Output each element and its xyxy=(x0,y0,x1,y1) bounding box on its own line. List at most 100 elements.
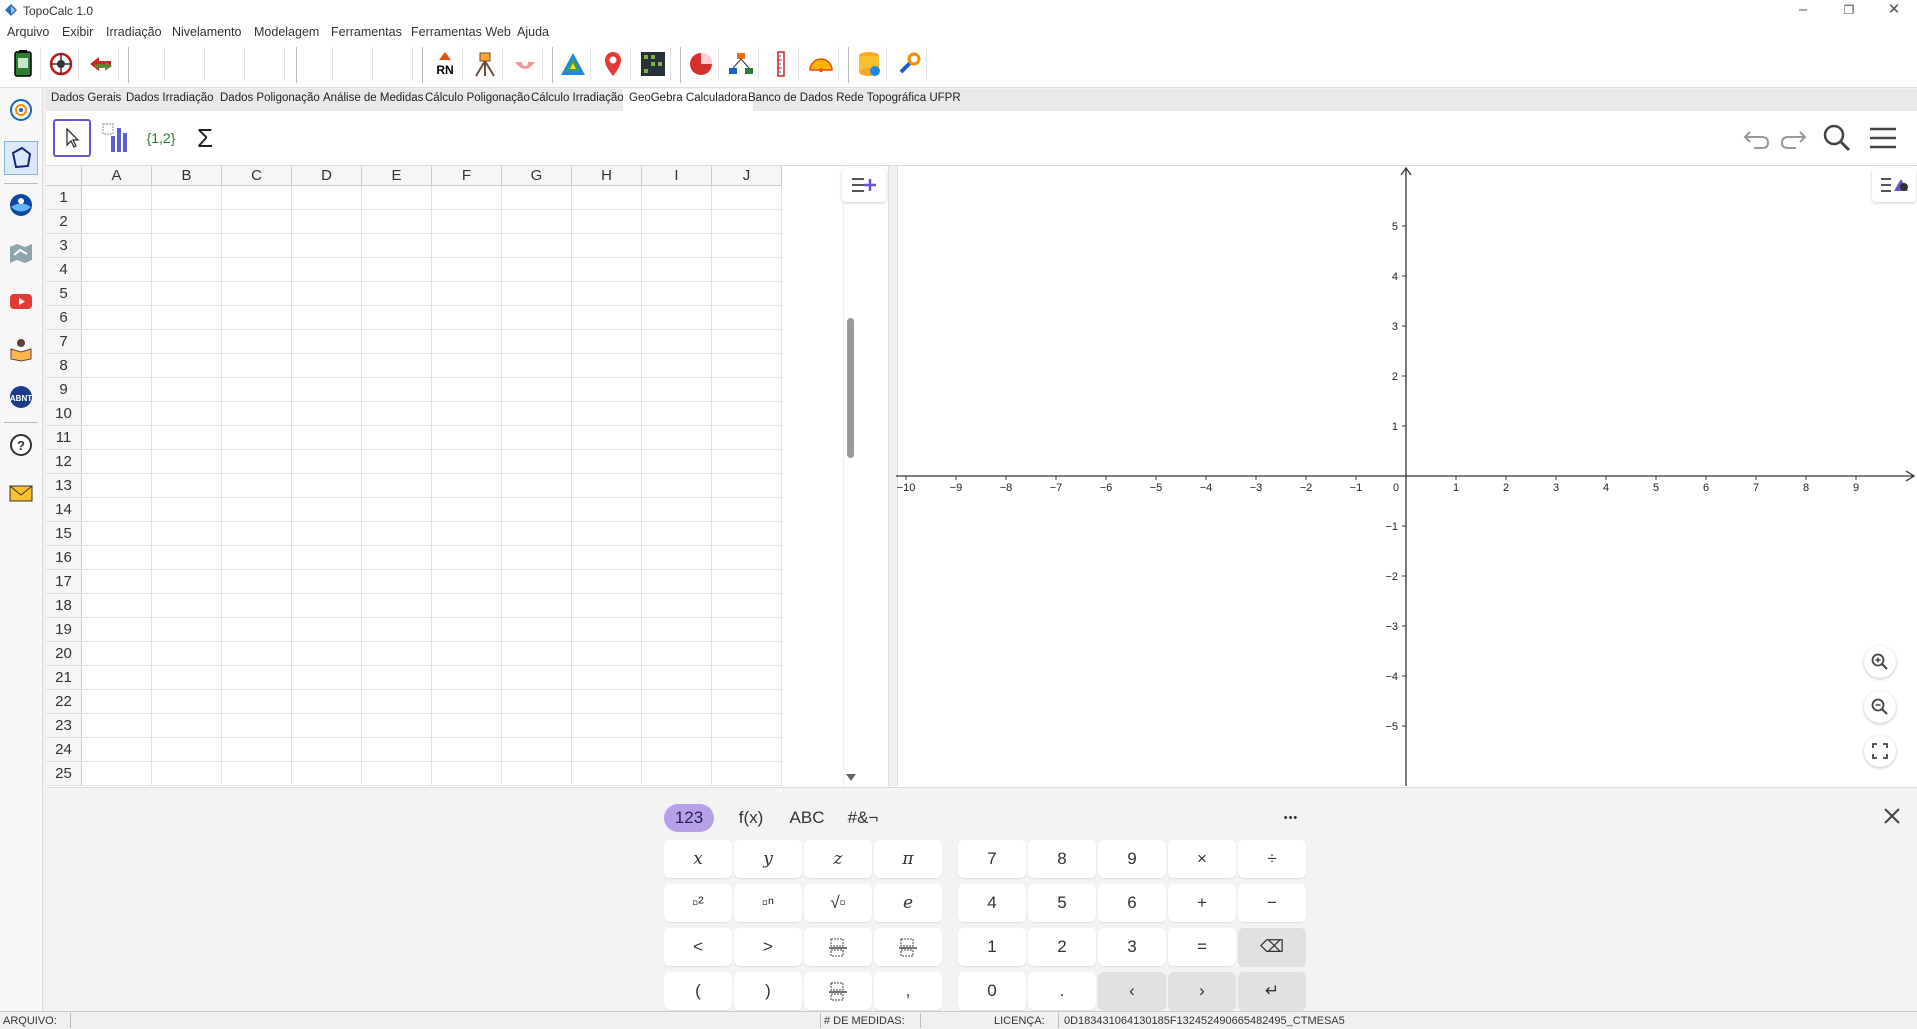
tab-banco-dados[interactable]: Banco de Dados Rede Topográfica UFPR xyxy=(748,92,961,104)
column-header[interactable]: J xyxy=(712,166,782,186)
database-button[interactable] xyxy=(852,47,887,81)
leveling-button[interactable] xyxy=(508,47,543,81)
row-header[interactable]: 9 xyxy=(46,378,82,402)
spreadsheet-style-button[interactable] xyxy=(842,168,886,202)
total-station-button[interactable] xyxy=(468,47,503,81)
sidebar-polygon-button[interactable] xyxy=(4,141,38,175)
key-plus[interactable]: + xyxy=(1168,884,1236,922)
chart-tool-button[interactable] xyxy=(684,47,719,81)
redo-button[interactable] xyxy=(1774,119,1812,157)
vertical-scrollbar-thumb[interactable] xyxy=(847,318,854,458)
row-header[interactable]: 3 xyxy=(46,234,82,258)
restore-button[interactable]: ❐ xyxy=(1826,0,1872,22)
sidebar-help-button[interactable]: ? xyxy=(4,428,38,462)
toolbar-slot-2[interactable] xyxy=(170,47,205,81)
bar-chart-tool-button[interactable] xyxy=(98,119,136,157)
tab-geogebra-calculadora[interactable]: GeoGebra Calculadora xyxy=(623,89,754,111)
tab-calculo-poligonacao[interactable]: Cálculo Poligonação xyxy=(425,92,530,104)
row-header[interactable]: 23 xyxy=(46,714,82,738)
settings-tools-button[interactable] xyxy=(892,47,927,81)
key-z[interactable]: z xyxy=(804,840,872,878)
sidebar-map-button[interactable] xyxy=(4,236,38,270)
column-header[interactable]: C xyxy=(222,166,292,186)
graphics-style-button[interactable] xyxy=(1872,168,1916,202)
column-header[interactable]: D xyxy=(292,166,362,186)
undo-button[interactable] xyxy=(1738,119,1776,157)
sum-tool-button[interactable]: Σ xyxy=(186,119,224,157)
column-header[interactable]: H xyxy=(572,166,642,186)
scroll-down-arrow[interactable] xyxy=(846,774,856,781)
column-header[interactable]: I xyxy=(642,166,712,186)
column-header[interactable]: A xyxy=(82,166,152,186)
menu-modelagem[interactable]: Modelagem xyxy=(254,25,319,39)
key-fraction[interactable] xyxy=(804,928,872,966)
row-header[interactable]: 18 xyxy=(46,594,82,618)
keyboard-tab-symbols[interactable]: #&¬ xyxy=(838,804,888,832)
network-diagram-button[interactable] xyxy=(724,47,759,81)
key-comma[interactable]: , xyxy=(874,972,942,1010)
key-times[interactable]: × xyxy=(1168,840,1236,878)
sidebar-target-button[interactable] xyxy=(4,93,38,127)
minimize-button[interactable]: – xyxy=(1780,0,1826,22)
row-header[interactable]: 20 xyxy=(46,642,82,666)
surface-model-button[interactable] xyxy=(556,47,591,81)
toolbar-slot-4[interactable] xyxy=(250,47,285,81)
row-header[interactable]: 10 xyxy=(46,402,82,426)
sidebar-youtube-button[interactable] xyxy=(4,284,38,318)
sidebar-noaa-button[interactable] xyxy=(4,188,38,222)
key-backspace[interactable]: ⌫ xyxy=(1238,928,1306,966)
key-y[interactable]: y xyxy=(734,840,802,878)
zoom-out-button[interactable] xyxy=(1864,691,1896,723)
new-file-button[interactable] xyxy=(6,47,41,81)
menu-irradiacao[interactable]: Irradiação xyxy=(106,25,162,39)
sidebar-contact-button[interactable] xyxy=(4,476,38,510)
menu-nivelamento[interactable]: Nivelamento xyxy=(172,25,241,39)
key-1[interactable]: 1 xyxy=(958,928,1026,966)
keyboard-tab-abc[interactable]: ABC xyxy=(780,804,834,832)
key-x[interactable]: x xyxy=(664,840,732,878)
tab-dados-gerais[interactable]: Dados Gerais xyxy=(51,92,121,104)
row-header[interactable]: 24 xyxy=(46,738,82,762)
tab-calculo-irradiacao[interactable]: Cálculo Irradiação xyxy=(531,92,624,104)
key-left-arrow[interactable]: ‹ xyxy=(1098,972,1166,1010)
key-sqrt[interactable]: √▫ xyxy=(804,884,872,922)
key-e[interactable]: e xyxy=(874,884,942,922)
toolbar-slot-3[interactable] xyxy=(210,47,245,81)
key-5[interactable]: 5 xyxy=(1028,884,1096,922)
open-project-button[interactable] xyxy=(44,47,79,81)
key-divide[interactable]: ÷ xyxy=(1238,840,1306,878)
row-header[interactable]: 22 xyxy=(46,690,82,714)
keyboard-more-button[interactable]: ••• xyxy=(1276,804,1306,832)
sidebar-manual-button[interactable] xyxy=(4,332,38,366)
column-header[interactable]: B xyxy=(152,166,222,186)
row-header[interactable]: 8 xyxy=(46,354,82,378)
grid-model-button[interactable] xyxy=(636,47,671,81)
key-open-paren[interactable]: ( xyxy=(664,972,732,1010)
key-square[interactable]: ▫² xyxy=(664,884,732,922)
keyboard-tab-123[interactable]: 123 xyxy=(664,804,714,832)
key-8[interactable]: 8 xyxy=(1028,840,1096,878)
zoom-in-button[interactable] xyxy=(1864,646,1896,678)
row-header[interactable]: 15 xyxy=(46,522,82,546)
keyboard-tab-fx[interactable]: f(x) xyxy=(726,804,776,832)
column-header[interactable]: G xyxy=(502,166,572,186)
key-mixed-fraction[interactable] xyxy=(874,928,942,966)
row-header[interactable]: 6 xyxy=(46,306,82,330)
menu-exibir[interactable]: Exibir xyxy=(62,25,93,39)
menu-ferramentas-web[interactable]: Ferramentas Web xyxy=(411,25,511,39)
key-equals[interactable]: = xyxy=(1168,928,1236,966)
row-header[interactable]: 21 xyxy=(46,666,82,690)
row-header[interactable]: 17 xyxy=(46,570,82,594)
column-header[interactable]: F xyxy=(432,166,502,186)
main-menu-button[interactable] xyxy=(1864,119,1902,157)
key-3[interactable]: 3 xyxy=(1098,928,1166,966)
row-header[interactable]: 1 xyxy=(46,186,82,210)
measure-rod-button[interactable] xyxy=(764,47,799,81)
key-less-than[interactable]: < xyxy=(664,928,732,966)
key-power[interactable]: ▫ⁿ xyxy=(734,884,802,922)
row-header[interactable]: 2 xyxy=(46,210,82,234)
toolbar-slot-5[interactable] xyxy=(298,47,333,81)
key-pi[interactable]: π xyxy=(874,840,942,878)
key-7[interactable]: 7 xyxy=(958,840,1026,878)
close-keyboard-button[interactable] xyxy=(1878,802,1906,830)
